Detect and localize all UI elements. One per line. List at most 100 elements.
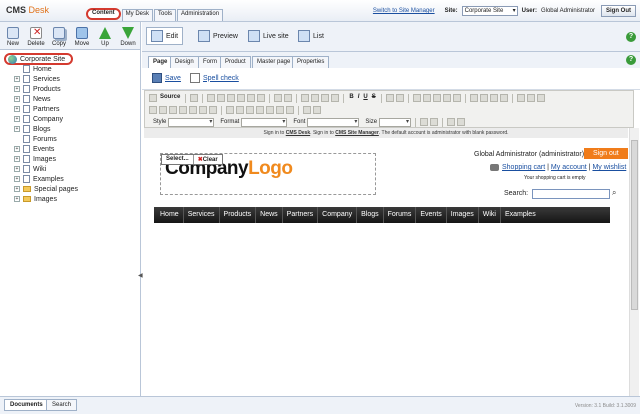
remove-format-icon[interactable]: [331, 94, 340, 102]
tab-administration[interactable]: Administration: [177, 9, 224, 21]
nav-blogs[interactable]: Blogs: [357, 207, 384, 223]
insert-macro-icon[interactable]: [313, 106, 321, 114]
expand-icon[interactable]: +: [14, 126, 20, 132]
media-icon[interactable]: [169, 106, 177, 114]
tree-item-blogs[interactable]: + Blogs: [14, 124, 78, 134]
move-button[interactable]: Move: [71, 22, 93, 49]
size-select[interactable]: [379, 117, 412, 127]
replace-icon[interactable]: [311, 94, 320, 102]
tree-item-products[interactable]: + Products: [14, 84, 78, 94]
select-icon[interactable]: [276, 106, 284, 114]
italic-button[interactable]: I: [357, 94, 361, 102]
nav-examples[interactable]: Examples: [501, 207, 540, 223]
new-button[interactable]: New: [2, 22, 24, 49]
up-button[interactable]: Up: [94, 22, 116, 49]
nav-company[interactable]: Company: [318, 207, 358, 223]
tree-item-news[interactable]: + News: [14, 94, 78, 104]
subtab-properties[interactable]: Properties: [292, 56, 330, 68]
tree-item-home[interactable]: Home: [14, 64, 78, 74]
expand-icon[interactable]: +: [14, 146, 20, 152]
expand-icon[interactable]: +: [14, 196, 20, 202]
search-input[interactable]: [532, 189, 610, 199]
button-icon[interactable]: [286, 106, 294, 114]
mode-preview[interactable]: Preview: [194, 27, 242, 45]
special-char-icon[interactable]: [209, 106, 217, 114]
expand-icon[interactable]: +: [14, 76, 20, 82]
textarea-icon[interactable]: [266, 106, 274, 114]
clear-image-button[interactable]: ✖Clear: [194, 155, 222, 164]
radio-icon[interactable]: [246, 106, 254, 114]
expand-icon[interactable]: +: [14, 96, 20, 102]
bold-button[interactable]: B: [348, 94, 354, 102]
save-button[interactable]: Save: [152, 73, 181, 83]
my-wishlist-link[interactable]: My wishlist: [592, 164, 626, 171]
tab-search[interactable]: Search: [46, 399, 78, 411]
tree-item-services[interactable]: + Services: [14, 74, 78, 84]
expand-icon[interactable]: +: [14, 106, 20, 112]
expand-icon[interactable]: +: [14, 186, 20, 192]
switch-to-site-manager-link[interactable]: Switch to Site Manager: [373, 8, 435, 14]
smiley-icon[interactable]: [199, 106, 207, 114]
flash-icon[interactable]: [159, 106, 167, 114]
tab-my-desk[interactable]: My Desk: [121, 9, 154, 21]
delete-button[interactable]: Delete: [25, 22, 47, 49]
spell-check-button[interactable]: Spell check: [190, 73, 239, 83]
search-icon[interactable]: ⌕: [612, 188, 616, 198]
copy-icon[interactable]: [217, 94, 226, 102]
undo-icon[interactable]: [274, 94, 283, 102]
help-icon[interactable]: ?: [626, 32, 636, 42]
redo-icon[interactable]: [284, 94, 293, 102]
mode-live-site[interactable]: Live site: [244, 27, 293, 45]
style-select[interactable]: [168, 117, 215, 127]
text-color-icon[interactable]: [420, 118, 429, 126]
background-color-icon[interactable]: [430, 118, 439, 126]
site-select[interactable]: Corporate Site: [461, 6, 518, 16]
shopping-cart-link[interactable]: Shopping cart: [502, 164, 545, 171]
tab-tools[interactable]: Tools: [154, 9, 177, 21]
underline-button[interactable]: U: [362, 94, 368, 102]
subtab-form[interactable]: Form: [198, 56, 222, 68]
print-icon[interactable]: [257, 94, 266, 102]
cms-desk-link[interactable]: CMS Desk: [286, 130, 310, 136]
source-button[interactable]: Source: [159, 94, 181, 102]
subtab-product[interactable]: Product: [220, 56, 251, 68]
copy-button[interactable]: Copy: [48, 22, 70, 49]
strike-button[interactable]: S: [371, 94, 377, 102]
align-right-icon[interactable]: [489, 94, 498, 102]
align-justify-icon[interactable]: [499, 94, 508, 102]
scrollbar-thumb[interactable]: [631, 140, 638, 310]
select-all-icon[interactable]: [321, 94, 330, 102]
inline-widget-icon[interactable]: [303, 106, 311, 114]
my-account-link[interactable]: My account: [551, 164, 587, 171]
site-manager-link[interactable]: CMS Site Manager: [335, 130, 379, 136]
subtab-master-page[interactable]: Master page: [252, 56, 296, 68]
select-image-button[interactable]: Select...: [162, 155, 194, 164]
tree-item-forums[interactable]: Forums: [14, 134, 78, 144]
down-button[interactable]: Down: [117, 22, 139, 49]
nav-products[interactable]: Products: [220, 207, 257, 223]
nav-home[interactable]: Home: [156, 207, 184, 223]
nav-wiki[interactable]: Wiki: [479, 207, 501, 223]
blockquote-icon[interactable]: [452, 94, 461, 102]
outdent-icon[interactable]: [432, 94, 441, 102]
tab-content[interactable]: Content: [86, 8, 121, 20]
tree-item-partners[interactable]: + Partners: [14, 104, 78, 114]
format-select[interactable]: [241, 117, 288, 127]
textfield-icon[interactable]: [256, 106, 264, 114]
checkbox-icon[interactable]: [236, 106, 244, 114]
font-select[interactable]: [307, 117, 360, 127]
find-icon[interactable]: [301, 94, 310, 102]
tree-item-events[interactable]: + Events: [14, 144, 78, 154]
indent-icon[interactable]: [442, 94, 451, 102]
nav-images[interactable]: Images: [447, 207, 479, 223]
unlink-icon[interactable]: [526, 94, 535, 102]
source-icon[interactable]: [149, 94, 157, 102]
expand-icon[interactable]: +: [14, 166, 20, 172]
tree-item-examples[interactable]: + Examples: [14, 174, 78, 184]
numbered-list-icon[interactable]: [412, 94, 421, 102]
site-sign-out-button[interactable]: Sign out: [584, 148, 628, 159]
paste-text-icon[interactable]: [237, 94, 246, 102]
paste-icon[interactable]: [227, 94, 236, 102]
nav-services[interactable]: Services: [184, 207, 220, 223]
expand-icon[interactable]: +: [14, 116, 20, 122]
